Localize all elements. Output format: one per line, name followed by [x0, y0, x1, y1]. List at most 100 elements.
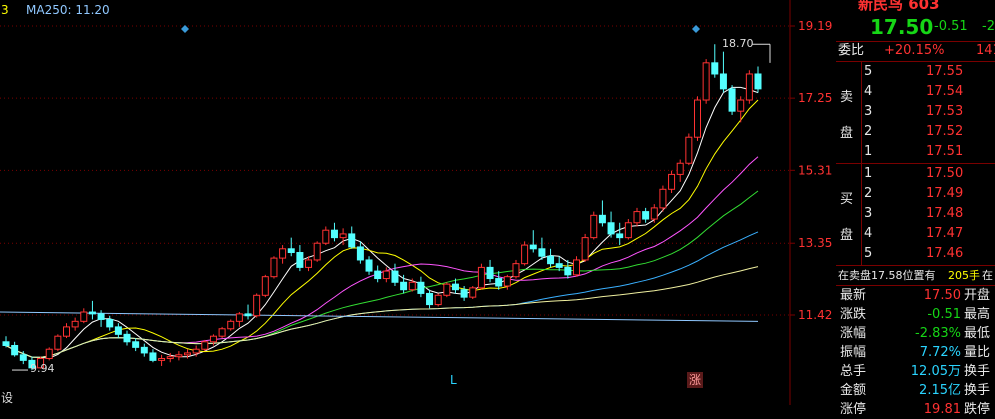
candle-body — [106, 318, 114, 328]
stat-row: 最新 17.50 开盘 — [836, 286, 995, 305]
stat-right-label: 开盘 — [964, 288, 991, 303]
candle-body — [88, 311, 96, 315]
bid-level: 5 — [864, 246, 873, 261]
candle-body — [261, 276, 269, 296]
stat-value: 12.05万 — [910, 364, 961, 379]
stock-name: 新民鸟 603 — [858, 0, 940, 13]
candle-body — [348, 233, 356, 248]
candle-body — [11, 344, 19, 356]
price-row: 17.50 -0.51 -2 — [836, 14, 995, 40]
ask-level: 4 — [864, 84, 873, 99]
candle-body — [590, 214, 598, 239]
bottom-marker-l: L — [450, 373, 457, 387]
stat-row: 涨停 19.81 跌停 — [836, 400, 995, 419]
candle-body — [616, 233, 624, 239]
candle-body — [668, 173, 676, 190]
bid-row[interactable]: 5 17.46 — [836, 244, 995, 264]
candle-body — [287, 248, 295, 254]
bid-row[interactable]: 1 17.50 — [836, 164, 995, 184]
bid-row[interactable]: 4 17.47 — [836, 224, 995, 244]
candle-body — [676, 162, 684, 175]
candle-body — [114, 326, 122, 335]
candle-body — [71, 320, 79, 328]
candle-body — [391, 270, 399, 283]
stat-value: 19.81 — [923, 402, 961, 417]
stat-label: 涨停 — [840, 402, 867, 417]
stat-row: 涨幅 -2.83% 最低 — [836, 324, 995, 343]
candle-body — [63, 326, 71, 337]
price-change-pct: -2 — [982, 19, 995, 34]
candle-body — [538, 248, 546, 257]
candle-body — [218, 328, 226, 337]
stat-label: 涨幅 — [840, 326, 867, 341]
candle-body — [737, 99, 745, 112]
candle-body — [754, 73, 762, 90]
stat-right-label: 跌停 — [964, 402, 991, 417]
price-tick-0: 19.19 — [798, 19, 832, 33]
candle-body — [279, 248, 287, 259]
ask-level: 1 — [864, 144, 873, 159]
stat-value: -0.51 — [927, 307, 961, 322]
stat-label: 总手 — [840, 364, 867, 379]
stat-row: 金额 2.15亿 换手 — [836, 381, 995, 400]
candle-body — [486, 266, 494, 280]
candle-body — [719, 73, 727, 90]
candle-body — [529, 244, 537, 250]
candle-body — [512, 263, 520, 278]
candle-body — [184, 352, 192, 356]
candle-body — [149, 352, 157, 361]
stat-right-label: 最低 — [964, 326, 991, 341]
candle-body — [166, 356, 174, 360]
candle-body — [209, 335, 217, 343]
bid-level: 3 — [864, 206, 873, 221]
candle-body — [685, 136, 693, 164]
candle-body — [693, 99, 701, 138]
candle-body — [503, 276, 511, 287]
candle-body — [633, 211, 641, 224]
position-row: 在卖盘17.58位置有 205手 在 — [836, 266, 995, 286]
candle-body — [495, 278, 503, 287]
corner-text: 设 — [1, 391, 13, 405]
ask-row[interactable]: 5 17.55 — [836, 62, 995, 82]
stat-label: 涨跌 — [840, 307, 867, 322]
stat-value: -2.83% — [915, 326, 961, 341]
bid-price: 17.50 — [926, 166, 964, 181]
price-tick-1: 17.25 — [798, 91, 832, 105]
bid-row[interactable]: 2 17.49 — [836, 184, 995, 204]
candle-body — [201, 341, 209, 350]
candle-body — [642, 211, 650, 220]
ask-row[interactable]: 2 17.52 — [836, 122, 995, 142]
candle-body — [521, 244, 529, 265]
candle-body — [745, 73, 753, 101]
kline-chart[interactable]: 3 MA250: 11.20 19.19 17.25 15.31 13.35 11.42… — [0, 0, 835, 405]
price-grid — [0, 0, 835, 405]
candle-body — [365, 259, 373, 272]
candle-body — [547, 255, 555, 265]
price-tick-4: 11.42 — [798, 308, 832, 322]
candle-body — [2, 341, 10, 346]
ask-level: 3 — [864, 104, 873, 119]
candle-body — [235, 313, 243, 322]
bid-level: 4 — [864, 226, 873, 241]
candle-body — [624, 222, 632, 239]
candle-body — [477, 266, 485, 289]
ask-level: 2 — [864, 124, 873, 139]
candle-body — [659, 188, 667, 209]
bid-row[interactable]: 3 17.48 — [836, 204, 995, 224]
ask-row[interactable]: 3 17.53 — [836, 102, 995, 122]
ask-level: 5 — [864, 64, 873, 79]
wei-bi-value: +20.15% — [884, 43, 945, 58]
candle-body — [192, 348, 200, 354]
candle-body — [650, 207, 658, 220]
ask-row[interactable]: 1 17.51 — [836, 142, 995, 162]
candle-body — [460, 289, 468, 298]
bid-price: 17.47 — [926, 226, 964, 241]
candle-body — [374, 270, 382, 280]
wei-bi-label: 委比 — [838, 43, 865, 58]
stat-value: 17.50 — [923, 288, 961, 303]
candle-body — [607, 222, 615, 235]
ask-row[interactable]: 4 17.54 — [836, 82, 995, 102]
position-qty: 205手 — [948, 269, 980, 282]
candle-body — [555, 263, 563, 268]
stat-right-label: 最高 — [964, 307, 991, 322]
